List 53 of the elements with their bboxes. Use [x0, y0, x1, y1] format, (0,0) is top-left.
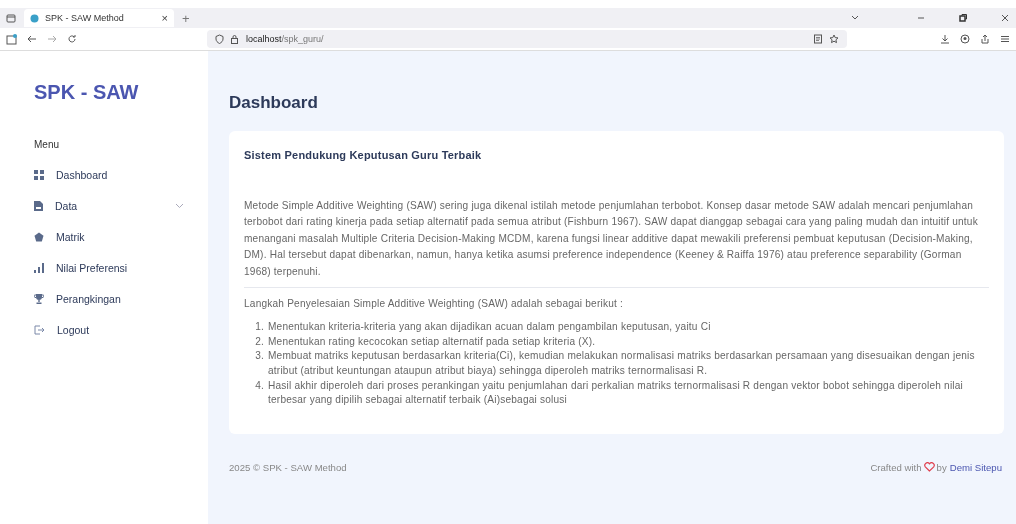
pentagon-icon [34, 232, 44, 242]
step-number: 4. [254, 378, 264, 393]
heart-icon [923, 462, 935, 473]
reader-icon[interactable] [813, 34, 823, 44]
author-link[interactable]: Demi Sitepu [949, 461, 1002, 473]
brand-title: SPK - SAW [34, 81, 139, 104]
url-text: localhost/spk_guru/ [246, 34, 324, 44]
star-icon[interactable] [829, 34, 839, 44]
globe-icon [30, 13, 39, 23]
share-icon[interactable] [980, 34, 990, 44]
account-icon[interactable] [960, 34, 970, 44]
sidebar-icon[interactable] [6, 33, 17, 45]
step-text: Menentukan rating kecocokan setiap alternatif pada setiap kriteria (X). [268, 334, 596, 349]
card-title: Sistem Pendukung Keputusan Guru Terbaik [244, 148, 482, 163]
address-bar[interactable]: localhost/spk_guru/ [207, 30, 847, 48]
sidebar-item[interactable]: Dashboard [34, 169, 184, 181]
close-icon[interactable] [1000, 13, 1010, 23]
shield-icon [215, 34, 224, 44]
chevron-down-icon [175, 203, 184, 209]
crafted-text: Crafted with [870, 461, 922, 473]
reload-icon[interactable] [67, 34, 77, 44]
grid-icon [34, 170, 44, 180]
bar-chart-icon [34, 263, 44, 273]
menu-icon[interactable] [1000, 34, 1010, 44]
trophy-icon [34, 294, 44, 304]
document-icon [34, 201, 43, 211]
logout-icon [34, 325, 45, 335]
step-text: Membuat matriks keputusan berdasarkan kriteria(Ci), kemudian melakukan normalisasi matriks berdasarkan persamaan yang disesuaikan dengan jenis atribut (atribut keuntungan ataupun atribut biaya) sehingga diperoleh matriks ternormalisasi R. [268, 349, 976, 378]
lock-icon [230, 34, 240, 44]
copyright-text: 2025 © SPK - SAW Method [229, 461, 347, 473]
sidebar-item[interactable]: Perangkingan [34, 293, 184, 305]
step-number: 3. [254, 349, 264, 364]
page-title: Dashboard [229, 93, 318, 113]
sidebar-item[interactable]: Logout [34, 324, 184, 336]
steps-heading: Langkah Penyelesaian Simple Additive Weighting (SAW) adalah sebagai berikut : [244, 296, 623, 311]
sidebar-item[interactable]: Data [34, 200, 184, 212]
download-icon[interactable] [940, 34, 950, 44]
menu-heading: Menu [34, 139, 59, 150]
restore-icon[interactable] [958, 13, 968, 23]
sidebar-item[interactable]: Nilai Preferensi [34, 262, 184, 274]
by-text: by [936, 461, 947, 473]
sidebar-item[interactable]: Matrik [34, 231, 184, 243]
tab-title: SPK - SAW Method [45, 13, 125, 23]
step-number: 2. [254, 334, 264, 349]
window-icon[interactable] [6, 13, 16, 23]
browser-tab[interactable]: SPK - SAW Method × [24, 9, 174, 27]
new-tab-button[interactable]: + [182, 10, 190, 26]
intro-paragraph: Metode Simple Additive Weighting (SAW) sering juga dikenal istilah metode penjumlahan terbobot. Konsep dasar metode SAW adalah mencari penjumlahan terbobot dari rating kinerja pada setiap alternatif pada semua atribut (Fishburn 1967). SAW dapat dianggap sebagai cara yang paling mudah dan intuitif untuk menangani masalah Multiple Criteria Decision-Making MCDM, karena fungsi linear additive dapat mewakili preferensi pembuat keputusan (Decision-Making, DM). Hal tersebut dapat dibenarkan, namun, hanya ketika asumsi preference independence (Keeney & Raiffa 1976) atau preference separability (Gorman 1968) terpenuhi. [244, 197, 989, 288]
step-text: Hasil akhir diperoleh dari proses perankingan yaitu penjumlahan dari perkalian matriks ternormalisasi R dengan vektor bobot sehingga diperoleh nilai terbesar yang dipilih sebagai alternatif terbaik (Ai)sebagai solusi [268, 378, 965, 408]
close-tab-button[interactable]: × [161, 12, 168, 24]
back-icon[interactable] [27, 34, 37, 44]
step-number: 1. [254, 320, 264, 335]
step-text: Menentukan kriteria-kriteria yang akan dijadikan acuan dalam pengambilan keputusan, yaitu Ci [268, 320, 711, 335]
